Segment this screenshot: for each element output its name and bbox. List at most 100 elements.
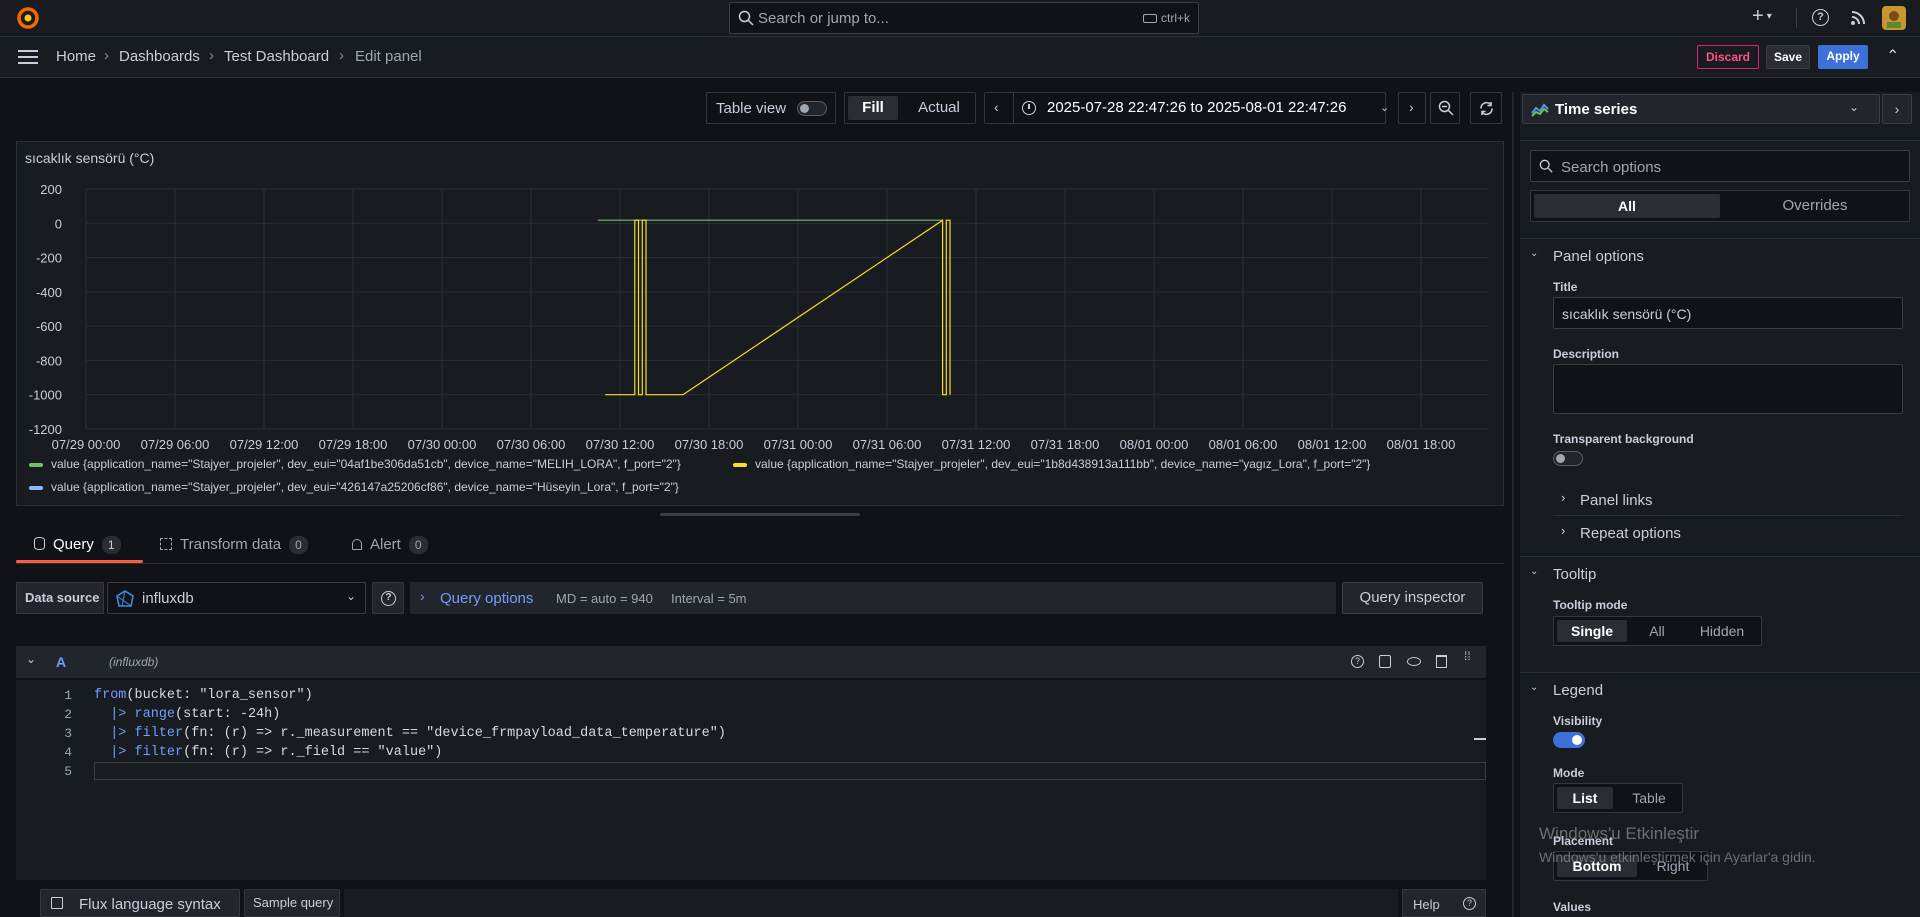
- line-number: 2: [64, 707, 72, 722]
- description-textarea[interactable]: [1553, 364, 1903, 414]
- y-tick-label: 0: [55, 216, 62, 231]
- duplicate-icon[interactable]: [1379, 655, 1391, 668]
- external-link-icon: [51, 897, 63, 909]
- x-tick-label: 08/01 06:00: [1209, 437, 1278, 452]
- legend-item-series-1[interactable]: value {application_name="Stajyer_projele…: [51, 457, 681, 471]
- series-line-2[interactable]: [605, 219, 951, 396]
- chart-plot[interactable]: 200 0 -200 -400 -600 -800 -1000 -120007/29 00:0…: [0, 0, 1520, 520]
- query-ref-id[interactable]: A: [56, 654, 66, 670]
- activation-watermark-title: Windows'u Etkinleştir: [1539, 824, 1700, 843]
- datasource-picker[interactable]: influxdb ⌄: [107, 582, 366, 614]
- code-line[interactable]: |> filter(fn: (r) => r._field == "value"…: [94, 745, 442, 760]
- tab-alert-label: Alert: [370, 536, 401, 553]
- chevron-down-icon[interactable]: ⌄: [1530, 248, 1538, 259]
- drag-handle-icon[interactable]: ⁞⁞: [1464, 650, 1471, 662]
- panel-options-header[interactable]: Panel options: [1553, 248, 1644, 265]
- plus-icon: +: [1752, 5, 1764, 27]
- sample-query-button[interactable]: Sample query: [244, 889, 340, 917]
- repeat-options-header[interactable]: Repeat options: [1580, 525, 1681, 542]
- visibility-switch[interactable]: [1553, 732, 1585, 748]
- x-tick-label: 07/30 18:00: [675, 437, 744, 452]
- code-line[interactable]: from(bucket: "lora_sensor"): [94, 688, 313, 703]
- save-button[interactable]: Save: [1766, 45, 1810, 69]
- tab-query[interactable]: Query 1: [34, 536, 121, 554]
- search-options-input[interactable]: Search options: [1530, 150, 1910, 182]
- tab-query-label: Query: [53, 536, 94, 553]
- tab-transform-count: 0: [289, 536, 308, 554]
- x-tick-label: 07/31 18:00: [1031, 437, 1100, 452]
- apply-button[interactable]: Apply: [1818, 45, 1868, 69]
- search-icon: [1539, 159, 1553, 176]
- close-options-button[interactable]: ›: [1882, 94, 1912, 124]
- query-options-bar[interactable]: › Query options MD = auto = 940 Interval…: [410, 582, 1336, 614]
- collapse-chevron-icon[interactable]: ⌄: [26, 652, 36, 666]
- legend-item-series-3[interactable]: value {application_name="Stajyer_projele…: [51, 480, 679, 494]
- tooltip-single-option[interactable]: Single: [1557, 620, 1627, 642]
- divider: [1520, 556, 1920, 557]
- bell-icon: [352, 539, 362, 550]
- visibility-label: Visibility: [1553, 714, 1603, 728]
- chevron-down-icon: ⌄: [1849, 100, 1860, 114]
- chevron-right-icon[interactable]: ›: [1561, 523, 1565, 538]
- eye-icon[interactable]: [1407, 657, 1421, 666]
- tabs-divider: [16, 563, 1504, 564]
- tooltip-mode-label: Tooltip mode: [1553, 598, 1628, 612]
- help-icon[interactable]: ?: [1812, 9, 1829, 26]
- trash-icon[interactable]: [1436, 655, 1447, 668]
- divider: [1796, 8, 1797, 28]
- tooltip-all-option[interactable]: All: [1632, 620, 1682, 642]
- legend-mode-radio: List Table: [1553, 783, 1683, 813]
- x-tick-label: 07/29 12:00: [230, 437, 299, 452]
- divider: [1520, 238, 1920, 239]
- tab-query-count: 1: [101, 536, 121, 554]
- resize-splitter[interactable]: [660, 513, 860, 516]
- query-help-icon[interactable]: ?: [1351, 655, 1364, 668]
- divider: [1520, 140, 1920, 141]
- overrides-option[interactable]: Overrides: [1723, 194, 1907, 218]
- legend-header[interactable]: Legend: [1553, 682, 1603, 699]
- code-text: (fn: (r) => r._measurement == "device_fr…: [183, 726, 726, 741]
- query-options-label[interactable]: Query options: [440, 590, 533, 607]
- chevron-down-icon[interactable]: ⌄: [1530, 682, 1538, 693]
- code-line[interactable]: |> filter(fn: (r) => r._measurement == "…: [94, 726, 726, 741]
- code-text: (start: -24h): [175, 707, 281, 722]
- line-number: 3: [64, 726, 72, 741]
- tab-alert[interactable]: Alert 0: [352, 536, 428, 554]
- panel-links-header[interactable]: Panel links: [1580, 492, 1653, 509]
- legend-list-option[interactable]: List: [1557, 787, 1613, 809]
- flux-syntax-button[interactable]: Flux language syntax: [40, 889, 240, 917]
- legend-item-series-2[interactable]: value {application_name="Stajyer_projele…: [755, 457, 1370, 471]
- code-line[interactable]: |> range(start: -24h): [94, 707, 280, 722]
- user-avatar[interactable]: [1882, 6, 1906, 30]
- query-inspector-button[interactable]: Query inspector: [1342, 582, 1483, 614]
- legend-table-option[interactable]: Table: [1618, 787, 1680, 809]
- tooltip-hidden-option[interactable]: Hidden: [1686, 620, 1758, 642]
- datasource-help-button[interactable]: ?: [372, 582, 404, 614]
- help-button[interactable]: Help ?: [1402, 889, 1486, 917]
- line-number: 4: [64, 745, 72, 760]
- y-tick-label: -800: [36, 353, 62, 368]
- chevron-down-icon[interactable]: ⌄: [1530, 566, 1538, 577]
- help-label: Help: [1413, 897, 1440, 912]
- visualization-picker[interactable]: Time series ⌄: [1522, 94, 1880, 124]
- pane-splitter[interactable]: [1512, 92, 1514, 917]
- x-tick-label: 07/30 00:00: [408, 437, 477, 452]
- tab-transform-data[interactable]: Transform data 0: [160, 536, 308, 554]
- chevron-right-icon[interactable]: ›: [1561, 490, 1565, 505]
- x-tick-label: 07/29 18:00: [319, 437, 388, 452]
- discard-button[interactable]: Discard: [1697, 45, 1759, 69]
- code-keyword: range: [134, 707, 176, 722]
- all-option[interactable]: All: [1534, 194, 1720, 218]
- flux-syntax-label: Flux language syntax: [79, 896, 221, 913]
- influxdb-icon: [116, 590, 134, 611]
- tooltip-header[interactable]: Tooltip: [1553, 566, 1596, 583]
- transparent-background-switch[interactable]: [1553, 451, 1583, 466]
- visualization-name: Time series: [1555, 101, 1638, 118]
- news-rss-icon[interactable]: [1850, 9, 1867, 29]
- x-tick-label: 07/31 12:00: [942, 437, 1011, 452]
- collapse-up-icon[interactable]: ⌃: [1886, 46, 1899, 66]
- y-tick-label: 200: [40, 182, 62, 197]
- panel-title-input[interactable]: sıcaklık sensörü (°C): [1553, 297, 1903, 329]
- chevron-down-icon: ▾: [1766, 11, 1772, 22]
- add-new-button[interactable]: + ▾: [1752, 5, 1772, 28]
